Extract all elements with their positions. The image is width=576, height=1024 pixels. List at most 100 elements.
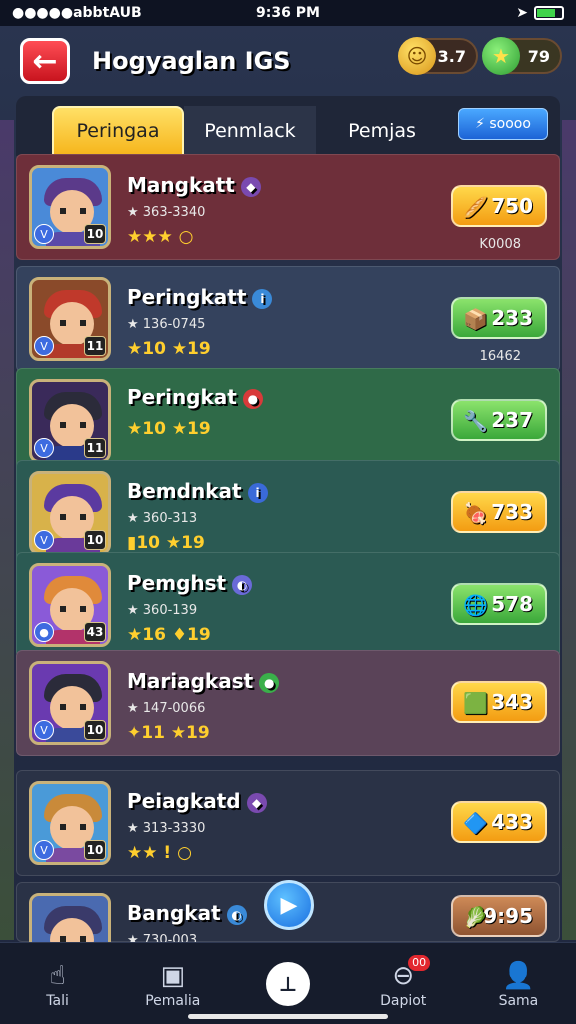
score-button[interactable]: 🔧 237 <box>451 399 547 441</box>
star-icon: ★★★ ○ <box>127 227 194 247</box>
player-stat: ★ 360-313 <box>127 511 198 526</box>
player-name: Mangkatt ◆ <box>127 173 261 197</box>
reward-icon: 📦 <box>463 307 488 331</box>
gem-value: 79 <box>527 46 550 66</box>
player-status-icon: ● <box>259 672 280 693</box>
reward-icon: 🌐 <box>463 593 488 617</box>
score-button[interactable]: 🟩 343 <box>451 681 547 723</box>
back-button[interactable]: ← <box>20 38 70 84</box>
nav-center[interactable]: ⊥ <box>230 943 345 1024</box>
player-avatar: 11 V <box>29 277 111 361</box>
leaderboard-row[interactable]: 10 V Peiagkatd ◆ ★ 313-3330 ★★ ! ○ 🔷 433 <box>16 770 560 876</box>
nav-sama[interactable]: 👤 Sama <box>461 943 576 1024</box>
score-button[interactable]: 🍖 733 <box>451 491 547 533</box>
coin-icon: ☺ <box>398 37 436 75</box>
reward-icon: 🥬 <box>463 905 488 929</box>
player-stars: ★10 ★19 <box>127 419 211 439</box>
player-name: Bangkat ◐ <box>127 901 247 925</box>
rank-badge: V <box>34 438 54 458</box>
leaderboard-row[interactable]: 11 V Peringkatt i ★ 136-0745 ★10 ★19 📦 233 16462 <box>16 266 560 372</box>
leaderboard-row[interactable]: 43 ● Pemghst ◐ ★ 360-139 ★16 ♦19 🌐 578 <box>16 552 560 658</box>
level-badge: 11 <box>84 336 106 356</box>
player-stat: ★ 363-3340 <box>127 205 206 220</box>
score-value: 233 <box>491 306 533 330</box>
page-title: Hogyaglan IGS <box>92 47 291 75</box>
score-value: 433 <box>491 810 533 834</box>
notification-badge: 00 <box>408 954 431 971</box>
avatar-eyes <box>60 320 86 326</box>
tab-pemjas[interactable]: Pemjas <box>316 106 448 156</box>
rank-badge: V <box>34 530 54 550</box>
player-avatar: 10 V <box>29 165 111 249</box>
avatar-eyes <box>60 208 86 214</box>
score-button[interactable]: 🥬 9:95 <box>451 895 547 937</box>
header: ← Hogyaglan IGS ☺ 3.7 ★ 79 <box>14 30 562 92</box>
player-stars: ★10 ★19 <box>127 339 211 359</box>
avatar-eyes <box>60 824 86 830</box>
player-name: Peiagkatd ◆ <box>127 789 267 813</box>
player-status-icon: i <box>247 482 268 503</box>
rank-badge: V <box>34 336 54 356</box>
right-border-decor <box>562 120 576 940</box>
coin-counter[interactable]: ☺ 3.7 <box>398 37 478 75</box>
score-button[interactable]: 📦 233 <box>451 297 547 339</box>
avatar-eyes <box>60 704 86 710</box>
player-avatar: 10 V <box>29 661 111 745</box>
player-stars: ★★ ! ○ <box>127 843 192 863</box>
score-subtext: K0008 <box>479 237 521 252</box>
player-name: Mariagkast ● <box>127 669 280 693</box>
player-name: Peringkat ● <box>127 385 263 409</box>
player-status-icon: ◆ <box>240 176 261 197</box>
player-avatar: 11 V <box>29 379 111 463</box>
game-screen: ●●●●●abbtAUB 9:36 PM ➤ ← Hogyaglan IGS ☺… <box>0 0 576 1024</box>
tab-peringaa[interactable]: Peringaa <box>52 106 184 156</box>
tab-penmlack[interactable]: Penmlack <box>184 106 316 156</box>
rank-badge: V <box>34 840 54 860</box>
avatar-eyes <box>60 514 86 520</box>
bottom-nav: ☝ Tali ▣ Pemalia ⊥ ⊖ 00 Dapiot 👤 Sama <box>0 942 576 1024</box>
rank-badge: ● <box>34 622 54 642</box>
leaderboard-row[interactable]: 10 V Bemdnkat i ★ 360-313 ▮10 ★19 🍖 733 <box>16 460 560 566</box>
boost-button[interactable]: ⚡ soooo <box>458 108 548 140</box>
gem-counter[interactable]: ★ 79 <box>482 37 562 75</box>
avatar-eyes <box>60 422 86 428</box>
star-icon: ★10 ★19 <box>127 339 211 359</box>
score-button[interactable]: 🥖 750 <box>451 185 547 227</box>
nav-tali[interactable]: ☝ Tali <box>0 943 115 1024</box>
reward-icon: 🥖 <box>463 195 488 219</box>
nav-label: Dapiot <box>380 992 427 1009</box>
tab-bar: Peringaa Penmlack Pemjas ⚡ soooo <box>16 96 560 156</box>
reward-icon: 🟩 <box>463 691 488 715</box>
leaderboard-row[interactable]: 11 V Peringkat ● ★10 ★19 🔧 237 <box>16 368 560 474</box>
player-name: Pemghst ◐ <box>127 571 253 595</box>
play-button[interactable]: ▶ <box>264 880 314 930</box>
player-avatar: 10 V <box>29 781 111 865</box>
leaderboard-row[interactable]: 10 V Mariagkast ● ★ 147-0066 ✦11 ★19 🟩 343 <box>16 650 560 756</box>
star-icon: ★10 ★19 <box>127 419 211 439</box>
reward-icon: 🍖 <box>463 501 488 525</box>
card-icon: ▣ <box>160 960 186 991</box>
status-bar: ●●●●●abbtAUB 9:36 PM ➤ <box>0 0 576 26</box>
score-value: 237 <box>491 408 533 432</box>
nav-label: Tali <box>46 992 69 1009</box>
status-icons: ➤ <box>516 5 564 21</box>
player-status-icon: ◐ <box>232 574 253 595</box>
home-indicator <box>188 1014 388 1019</box>
nav-pemalia[interactable]: ▣ Pemalia <box>115 943 230 1024</box>
nav-dapiot[interactable]: ⊖ 00 Dapiot <box>346 943 461 1024</box>
leaderboard-row[interactable]: 10 V Mangkatt ◆ ★ 363-3340 ★★★ ○ 🥖 750 K0008 <box>16 154 560 260</box>
nav-label: Pemalia <box>145 992 201 1009</box>
star-gem-icon: ★ <box>482 37 520 75</box>
location-icon: ➤ <box>516 5 528 21</box>
score-button[interactable]: 🔷 433 <box>451 801 547 843</box>
score-button[interactable]: 🌐 578 <box>451 583 547 625</box>
score-value: 578 <box>491 592 533 616</box>
star-icon: ★★ ! ○ <box>127 843 192 863</box>
play-icon: ▶ <box>280 892 298 918</box>
timer-icon: ⊖ 00 <box>392 954 431 993</box>
level-badge: 10 <box>84 530 106 550</box>
star-icon: ✦11 ★19 <box>127 723 210 743</box>
player-stat: ★ 147-0066 <box>127 701 206 716</box>
player-name: Peringkatt i <box>127 285 273 309</box>
player-stars: ★16 ♦19 <box>127 625 211 645</box>
